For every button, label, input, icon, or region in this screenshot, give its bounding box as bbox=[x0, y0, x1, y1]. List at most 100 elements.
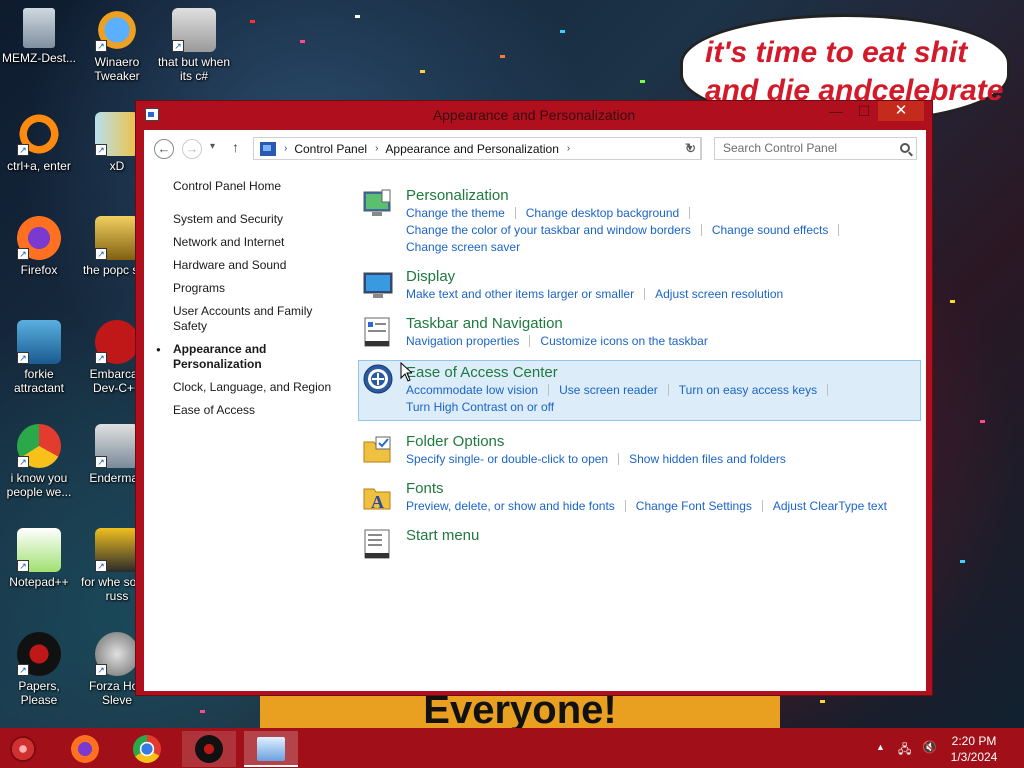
search-placeholder: Search Control Panel bbox=[723, 141, 838, 155]
window-content: ← → ▾ ↑ › Control Panel › Appearance and… bbox=[144, 130, 926, 691]
taskbar-chrome[interactable] bbox=[120, 731, 174, 767]
link-change-color[interactable]: Change the color of your taskbar and win… bbox=[406, 223, 691, 237]
gear-monitor-icon: ↗ bbox=[17, 320, 61, 364]
windows-stack-icon: ↗ bbox=[172, 8, 216, 52]
minimize-button[interactable]: — bbox=[822, 101, 850, 121]
link-change-theme[interactable]: Change the theme bbox=[406, 206, 505, 220]
category-title[interactable]: Display bbox=[406, 267, 919, 286]
link-high-contrast[interactable]: Turn High Contrast on or off bbox=[406, 400, 554, 414]
taskbar-papers-please[interactable] bbox=[182, 731, 236, 767]
category-display: Display Make text and other items larger… bbox=[359, 267, 919, 303]
desktop-icon-recycle-bin[interactable]: MEMZ-Dest... bbox=[0, 8, 78, 65]
search-icon[interactable] bbox=[900, 143, 910, 153]
breadcrumb-separator-icon[interactable]: › bbox=[375, 143, 378, 154]
desktop-icon-papers-please[interactable]: ↗ Papers, Please bbox=[0, 632, 78, 707]
category-ease-of-access: Ease of Access Center Accommodate low vi… bbox=[358, 360, 921, 421]
search-input[interactable]: Search Control Panel bbox=[714, 137, 917, 160]
window-title: Appearance and Personalization bbox=[432, 107, 636, 123]
link-screen-resolution[interactable]: Adjust screen resolution bbox=[655, 287, 783, 301]
category-title[interactable]: Taskbar and Navigation bbox=[406, 314, 919, 333]
link-change-screensaver[interactable]: Change screen saver bbox=[406, 240, 520, 254]
link-easy-access-keys[interactable]: Turn on easy access keys bbox=[679, 383, 817, 397]
control-panel-window[interactable]: Appearance and Personalization — ☐ ✕ ← →… bbox=[135, 100, 933, 696]
breadcrumb-control-panel[interactable]: Control Panel bbox=[294, 142, 367, 156]
recent-locations-button[interactable]: ▾ bbox=[210, 141, 215, 152]
taskbar-control-panel[interactable] bbox=[244, 731, 298, 767]
title-bar[interactable]: Appearance and Personalization — ☐ ✕ bbox=[136, 101, 932, 129]
sidebar-item-clock-language[interactable]: Clock, Language, and Region bbox=[173, 380, 343, 395]
desktop-icon-label: i know you people we... bbox=[6, 471, 72, 499]
sidebar-item-programs[interactable]: Programs bbox=[173, 281, 343, 296]
category-title[interactable]: Ease of Access Center bbox=[406, 363, 920, 382]
breadcrumb-separator-icon[interactable]: › bbox=[567, 143, 570, 154]
category-title[interactable]: Personalization bbox=[406, 186, 919, 205]
wallpaper-banner: Everyone! bbox=[260, 690, 780, 730]
clock-time: 2:20 PM bbox=[951, 734, 997, 748]
document-icon: ↗ bbox=[95, 528, 139, 572]
desktop-icon-forkie[interactable]: ↗ forkie attractant bbox=[0, 320, 78, 395]
bubble-text: it's time to eat shit and die andcelebra… bbox=[705, 36, 1004, 107]
sidebar-item-home[interactable]: Control Panel Home bbox=[173, 179, 343, 194]
link-low-vision[interactable]: Accommodate low vision bbox=[406, 383, 538, 397]
link-change-background[interactable]: Change desktop background bbox=[526, 206, 679, 220]
winaero-icon: ↗ bbox=[95, 8, 139, 52]
forward-button[interactable]: → bbox=[182, 139, 202, 159]
link-show-hidden-files[interactable]: Show hidden files and folders bbox=[629, 452, 786, 466]
desktop-icon-label: MEMZ-Dest... bbox=[2, 51, 76, 65]
desktop-icon-label: that but when its c# bbox=[157, 55, 231, 83]
navigation-bar: ← → ▾ ↑ › Control Panel › Appearance and… bbox=[144, 130, 926, 168]
recycle-bin-icon bbox=[23, 8, 55, 48]
category-list: Personalization Change the theme Change d… bbox=[358, 186, 921, 573]
sidebar-item-hardware[interactable]: Hardware and Sound bbox=[173, 258, 343, 273]
desktop-icon-notepadpp[interactable]: ↗ Notepad++ bbox=[0, 528, 78, 589]
folder-options-icon bbox=[363, 436, 391, 463]
link-navigation-properties[interactable]: Navigation properties bbox=[406, 334, 519, 348]
link-cleartype[interactable]: Adjust ClearType text bbox=[773, 499, 887, 513]
taskbar-firefox[interactable] bbox=[58, 731, 112, 767]
notepadpp-icon: ↗ bbox=[17, 528, 61, 572]
desktop-icon-ctrl-a[interactable]: ↗ ctrl+a, enter bbox=[0, 112, 78, 173]
sidebar-item-appearance[interactable]: Appearance and Personalization bbox=[156, 342, 343, 372]
control-panel-icon bbox=[260, 141, 276, 156]
link-screen-reader[interactable]: Use screen reader bbox=[559, 383, 658, 397]
taskbar-icon bbox=[364, 317, 390, 347]
breadcrumb-appearance[interactable]: Appearance and Personalization bbox=[385, 142, 558, 156]
network-icon[interactable]: 🖧 bbox=[898, 740, 911, 761]
back-button[interactable]: ← bbox=[154, 139, 174, 159]
desktop-icon-label: forkie attractant bbox=[13, 367, 65, 395]
link-font-settings[interactable]: Change Font Settings bbox=[636, 499, 752, 513]
papers-please-icon bbox=[195, 735, 223, 763]
volume-muted-icon[interactable]: 🔇 bbox=[922, 740, 937, 754]
close-button[interactable]: ✕ bbox=[878, 101, 924, 121]
up-button[interactable]: ↑ bbox=[232, 139, 239, 155]
sidebar-item-user-accounts[interactable]: User Accounts and Family Safety bbox=[173, 304, 343, 334]
link-change-sound[interactable]: Change sound effects bbox=[712, 223, 829, 237]
desktop-icon-winaero[interactable]: ↗ Winaero Tweaker bbox=[78, 8, 156, 83]
category-title[interactable]: Fonts bbox=[406, 479, 919, 498]
start-button[interactable] bbox=[10, 736, 36, 762]
sidebar-item-ease-of-access[interactable]: Ease of Access bbox=[173, 403, 343, 418]
sidebar-item-system-security[interactable]: System and Security bbox=[173, 212, 343, 227]
clock[interactable]: 2:20 PM 1/3/2024 bbox=[944, 733, 1004, 765]
link-text-size[interactable]: Make text and other items larger or smal… bbox=[406, 287, 634, 301]
hex-icon: ↗ bbox=[95, 112, 139, 156]
link-single-double-click[interactable]: Specify single- or double-click to open bbox=[406, 452, 608, 466]
refresh-button[interactable]: ↻ bbox=[680, 137, 702, 160]
sidebar-item-network[interactable]: Network and Internet bbox=[173, 235, 343, 250]
desktop-icon-firefox[interactable]: ↗ Firefox bbox=[0, 216, 78, 277]
papers-please-icon: ↗ bbox=[17, 632, 61, 676]
category-fonts: A Fonts Preview, delete, or show and hid… bbox=[359, 479, 919, 515]
category-title[interactable]: Start menu bbox=[406, 526, 919, 545]
link-preview-fonts[interactable]: Preview, delete, or show and hide fonts bbox=[406, 499, 615, 513]
link-customize-taskbar-icons[interactable]: Customize icons on the taskbar bbox=[540, 334, 707, 348]
address-bar[interactable]: › Control Panel › Appearance and Persona… bbox=[253, 137, 701, 160]
desktop-icon-chrome-link[interactable]: ↗ i know you people we... bbox=[0, 424, 78, 499]
breadcrumb-separator-icon: › bbox=[284, 143, 288, 154]
desktop-icon-csharp[interactable]: ↗ that but when its c# bbox=[155, 8, 233, 83]
category-title[interactable]: Folder Options bbox=[406, 432, 919, 451]
firefox-icon: ↗ bbox=[17, 216, 61, 260]
mouse-cursor-icon bbox=[400, 362, 412, 382]
maximize-button[interactable]: ☐ bbox=[850, 101, 878, 121]
desktop-icon-label: Firefox bbox=[20, 263, 58, 277]
show-hidden-icons-icon[interactable]: ▲ bbox=[876, 742, 885, 752]
